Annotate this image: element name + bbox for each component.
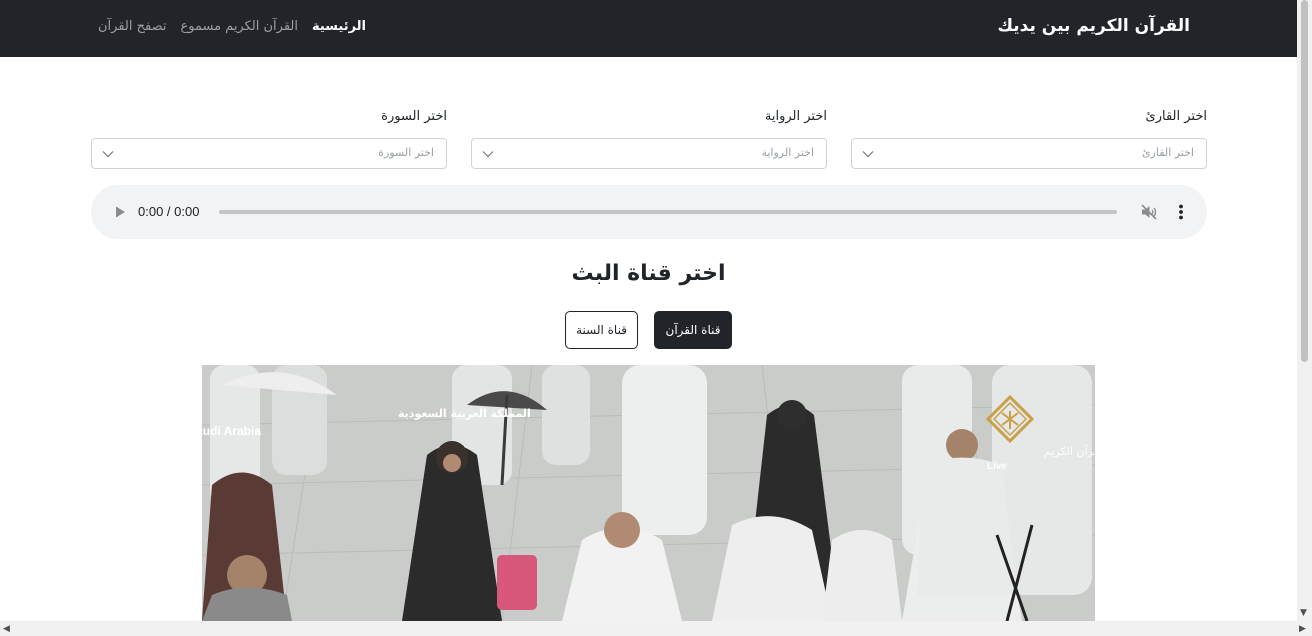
scroll-right-arrow-icon[interactable]: ▶: [1299, 624, 1306, 634]
audio-time: 0:00 / 0:00: [138, 204, 200, 219]
vertical-scrollbar-thumb[interactable]: [1301, 0, 1308, 362]
reciter-select-placeholder: اختر القارئ: [1142, 146, 1194, 159]
live-badge: Live: [987, 461, 1007, 472]
chevron-down-icon: [482, 151, 494, 158]
play-icon[interactable]: [113, 205, 127, 219]
audio-seek-bar[interactable]: [219, 210, 1117, 214]
nav-link-audio-quran[interactable]: القرآن الكريم مسموع: [180, 19, 298, 34]
top-navbar: القرآن الكريم بين يديك الرئيسية القرآن ا…: [0, 0, 1297, 57]
reciter-select[interactable]: اختر القارئ: [851, 138, 1207, 169]
chevron-down-icon: [862, 151, 874, 158]
audio-player: 0:00 / 0:00: [91, 185, 1207, 239]
site-brand[interactable]: القرآن الكريم بين يديك: [997, 16, 1190, 36]
reciter-select-label: اختر القارئ: [1145, 109, 1207, 124]
narration-select[interactable]: اختر الرواية: [471, 138, 827, 169]
scroll-left-arrow-icon[interactable]: ◀: [3, 624, 10, 634]
nav-link-browse-quran[interactable]: تصفح القرآن: [98, 19, 166, 34]
horizontal-scrollbar[interactable]: ◀ ▶: [0, 621, 1312, 636]
narration-select-placeholder: اختر الرواية: [761, 146, 814, 159]
muted-speaker-icon[interactable]: [1140, 203, 1158, 221]
vertical-scrollbar[interactable]: ▼: [1297, 0, 1312, 621]
quran-channel-button[interactable]: قناة القرآن: [654, 311, 732, 349]
sunnah-channel-button[interactable]: قناة السنة: [565, 311, 638, 349]
surah-select-placeholder: اختر السورة: [378, 146, 434, 159]
live-video-player[interactable]: المملكة العربية السعودية Kingdom of Saud…: [202, 365, 1095, 621]
narration-select-label: اختر الرواية: [764, 109, 827, 124]
nav-links: الرئيسية القرآن الكريم مسموع تصفح القرآن: [98, 19, 366, 34]
more-vertical-icon[interactable]: [1173, 203, 1189, 221]
chevron-down-icon: [102, 151, 114, 158]
surah-select[interactable]: اختر السورة: [91, 138, 447, 169]
surah-select-group: اختر السورة اختر السورة: [91, 108, 447, 169]
nav-link-home[interactable]: الرئيسية: [312, 19, 366, 34]
video-watermark-en: Kingdom of Saudi Arabia: [202, 424, 261, 438]
surah-select-label: اختر السورة: [381, 109, 447, 124]
channel-heading: اختر قناة البث: [571, 261, 726, 286]
video-frame: المملكة العربية السعودية Kingdom of Saud…: [202, 365, 1095, 621]
scroll-down-arrow-icon[interactable]: ▼: [1300, 608, 1307, 618]
narration-select-group: اختر الرواية اختر الرواية: [471, 108, 827, 169]
reciter-select-group: اختر القارئ اختر القارئ: [851, 108, 1207, 169]
video-watermark-ar: المملكة العربية السعودية: [398, 407, 531, 420]
channel-logo-text: القرآن الكريم: [1044, 444, 1095, 458]
